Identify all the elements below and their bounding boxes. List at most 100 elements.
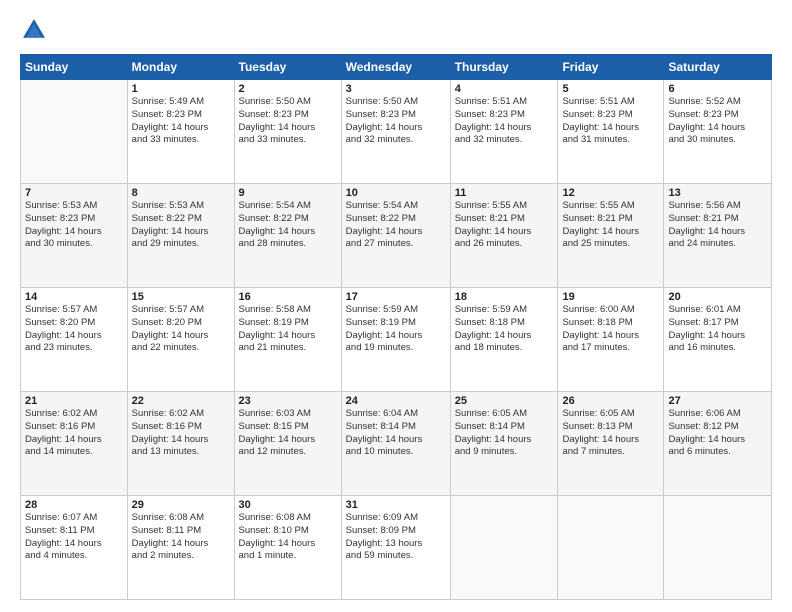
day-number: 21 <box>25 395 123 407</box>
calendar-cell <box>21 80 128 184</box>
calendar-cell: 21Sunrise: 6:02 AM Sunset: 8:16 PM Dayli… <box>21 392 128 496</box>
calendar-cell: 1Sunrise: 5:49 AM Sunset: 8:23 PM Daylig… <box>127 80 234 184</box>
calendar-cell: 26Sunrise: 6:05 AM Sunset: 8:13 PM Dayli… <box>558 392 664 496</box>
day-number: 15 <box>132 291 230 303</box>
header <box>20 16 772 44</box>
calendar-cell: 30Sunrise: 6:08 AM Sunset: 8:10 PM Dayli… <box>234 496 341 600</box>
day-number: 13 <box>668 187 767 199</box>
calendar-cell: 15Sunrise: 5:57 AM Sunset: 8:20 PM Dayli… <box>127 288 234 392</box>
day-info: Sunrise: 6:03 AM Sunset: 8:15 PM Dayligh… <box>239 408 337 459</box>
day-number: 3 <box>346 83 446 95</box>
calendar-cell: 12Sunrise: 5:55 AM Sunset: 8:21 PM Dayli… <box>558 184 664 288</box>
day-info: Sunrise: 5:52 AM Sunset: 8:23 PM Dayligh… <box>668 96 767 147</box>
day-info: Sunrise: 5:55 AM Sunset: 8:21 PM Dayligh… <box>562 200 659 251</box>
day-number: 28 <box>25 499 123 511</box>
logo-icon <box>20 16 48 44</box>
logo <box>20 16 54 44</box>
day-number: 22 <box>132 395 230 407</box>
calendar-cell: 9Sunrise: 5:54 AM Sunset: 8:22 PM Daylig… <box>234 184 341 288</box>
weekday-header-saturday: Saturday <box>664 55 772 80</box>
weekday-header-thursday: Thursday <box>450 55 558 80</box>
day-number: 2 <box>239 83 337 95</box>
calendar-cell: 2Sunrise: 5:50 AM Sunset: 8:23 PM Daylig… <box>234 80 341 184</box>
day-number: 31 <box>346 499 446 511</box>
day-info: Sunrise: 6:09 AM Sunset: 8:09 PM Dayligh… <box>346 512 446 563</box>
day-info: Sunrise: 5:57 AM Sunset: 8:20 PM Dayligh… <box>25 304 123 355</box>
day-number: 25 <box>455 395 554 407</box>
weekday-header-monday: Monday <box>127 55 234 80</box>
day-info: Sunrise: 5:51 AM Sunset: 8:23 PM Dayligh… <box>562 96 659 147</box>
day-info: Sunrise: 5:57 AM Sunset: 8:20 PM Dayligh… <box>132 304 230 355</box>
day-number: 20 <box>668 291 767 303</box>
weekday-header-wednesday: Wednesday <box>341 55 450 80</box>
calendar-cell: 3Sunrise: 5:50 AM Sunset: 8:23 PM Daylig… <box>341 80 450 184</box>
day-number: 24 <box>346 395 446 407</box>
calendar-cell: 22Sunrise: 6:02 AM Sunset: 8:16 PM Dayli… <box>127 392 234 496</box>
day-number: 16 <box>239 291 337 303</box>
day-number: 4 <box>455 83 554 95</box>
calendar-cell: 25Sunrise: 6:05 AM Sunset: 8:14 PM Dayli… <box>450 392 558 496</box>
day-info: Sunrise: 5:59 AM Sunset: 8:19 PM Dayligh… <box>346 304 446 355</box>
day-info: Sunrise: 6:08 AM Sunset: 8:10 PM Dayligh… <box>239 512 337 563</box>
day-info: Sunrise: 5:54 AM Sunset: 8:22 PM Dayligh… <box>346 200 446 251</box>
day-number: 11 <box>455 187 554 199</box>
day-info: Sunrise: 6:01 AM Sunset: 8:17 PM Dayligh… <box>668 304 767 355</box>
day-info: Sunrise: 6:08 AM Sunset: 8:11 PM Dayligh… <box>132 512 230 563</box>
calendar-cell <box>664 496 772 600</box>
day-number: 1 <box>132 83 230 95</box>
day-number: 30 <box>239 499 337 511</box>
calendar-cell: 13Sunrise: 5:56 AM Sunset: 8:21 PM Dayli… <box>664 184 772 288</box>
calendar-cell <box>558 496 664 600</box>
weekday-header-friday: Friday <box>558 55 664 80</box>
day-info: Sunrise: 5:54 AM Sunset: 8:22 PM Dayligh… <box>239 200 337 251</box>
calendar-cell: 28Sunrise: 6:07 AM Sunset: 8:11 PM Dayli… <box>21 496 128 600</box>
day-number: 26 <box>562 395 659 407</box>
day-number: 10 <box>346 187 446 199</box>
day-number: 23 <box>239 395 337 407</box>
calendar-week-row: 14Sunrise: 5:57 AM Sunset: 8:20 PM Dayli… <box>21 288 772 392</box>
weekday-header-row: SundayMondayTuesdayWednesdayThursdayFrid… <box>21 55 772 80</box>
day-info: Sunrise: 5:50 AM Sunset: 8:23 PM Dayligh… <box>346 96 446 147</box>
day-number: 27 <box>668 395 767 407</box>
calendar-cell: 4Sunrise: 5:51 AM Sunset: 8:23 PM Daylig… <box>450 80 558 184</box>
calendar-week-row: 1Sunrise: 5:49 AM Sunset: 8:23 PM Daylig… <box>21 80 772 184</box>
calendar-cell: 7Sunrise: 5:53 AM Sunset: 8:23 PM Daylig… <box>21 184 128 288</box>
day-info: Sunrise: 5:49 AM Sunset: 8:23 PM Dayligh… <box>132 96 230 147</box>
day-number: 18 <box>455 291 554 303</box>
day-number: 19 <box>562 291 659 303</box>
calendar-week-row: 7Sunrise: 5:53 AM Sunset: 8:23 PM Daylig… <box>21 184 772 288</box>
calendar-cell: 14Sunrise: 5:57 AM Sunset: 8:20 PM Dayli… <box>21 288 128 392</box>
calendar-cell: 6Sunrise: 5:52 AM Sunset: 8:23 PM Daylig… <box>664 80 772 184</box>
day-number: 6 <box>668 83 767 95</box>
day-info: Sunrise: 5:56 AM Sunset: 8:21 PM Dayligh… <box>668 200 767 251</box>
calendar-cell: 24Sunrise: 6:04 AM Sunset: 8:14 PM Dayli… <box>341 392 450 496</box>
day-number: 9 <box>239 187 337 199</box>
day-info: Sunrise: 5:50 AM Sunset: 8:23 PM Dayligh… <box>239 96 337 147</box>
day-info: Sunrise: 6:06 AM Sunset: 8:12 PM Dayligh… <box>668 408 767 459</box>
day-number: 12 <box>562 187 659 199</box>
day-info: Sunrise: 5:58 AM Sunset: 8:19 PM Dayligh… <box>239 304 337 355</box>
calendar-cell: 23Sunrise: 6:03 AM Sunset: 8:15 PM Dayli… <box>234 392 341 496</box>
calendar-cell: 20Sunrise: 6:01 AM Sunset: 8:17 PM Dayli… <box>664 288 772 392</box>
day-info: Sunrise: 6:00 AM Sunset: 8:18 PM Dayligh… <box>562 304 659 355</box>
day-info: Sunrise: 6:02 AM Sunset: 8:16 PM Dayligh… <box>132 408 230 459</box>
page: SundayMondayTuesdayWednesdayThursdayFrid… <box>0 0 792 612</box>
day-number: 14 <box>25 291 123 303</box>
day-info: Sunrise: 6:07 AM Sunset: 8:11 PM Dayligh… <box>25 512 123 563</box>
calendar-cell: 19Sunrise: 6:00 AM Sunset: 8:18 PM Dayli… <box>558 288 664 392</box>
calendar-week-row: 21 Sunrise: 6:02 AM Sunset: 8:16 PM Dayli… <box>21 392 772 496</box>
calendar-cell: 16Sunrise: 5:58 AM Sunset: 8:19 PM Dayli… <box>234 288 341 392</box>
calendar-table: SundayMondayTuesdayWednesdayThursdayFrid… <box>20 54 772 600</box>
calendar-week-row: 28Sunrise: 6:07 AM Sunset: 8:11 PM Dayli… <box>21 496 772 600</box>
day-number: 29 <box>132 499 230 511</box>
calendar-cell: 31Sunrise: 6:09 AM Sunset: 8:09 PM Dayli… <box>341 496 450 600</box>
calendar-cell: 10Sunrise: 5:54 AM Sunset: 8:22 PM Dayli… <box>341 184 450 288</box>
weekday-header-sunday: Sunday <box>21 55 128 80</box>
day-number: 17 <box>346 291 446 303</box>
calendar-cell: 17Sunrise: 5:59 AM Sunset: 8:19 PM Dayli… <box>341 288 450 392</box>
calendar-cell: 5Sunrise: 5:51 AM Sunset: 8:23 PM Daylig… <box>558 80 664 184</box>
calendar-cell: 11Sunrise: 5:55 AM Sunset: 8:21 PM Dayli… <box>450 184 558 288</box>
day-info: Sunrise: 6:05 AM Sunset: 8:13 PM Dayligh… <box>562 408 659 459</box>
day-info: Sunrise: 5:53 AM Sunset: 8:23 PM Dayligh… <box>25 200 123 251</box>
day-info: Sunrise: 5:51 AM Sunset: 8:23 PM Dayligh… <box>455 96 554 147</box>
